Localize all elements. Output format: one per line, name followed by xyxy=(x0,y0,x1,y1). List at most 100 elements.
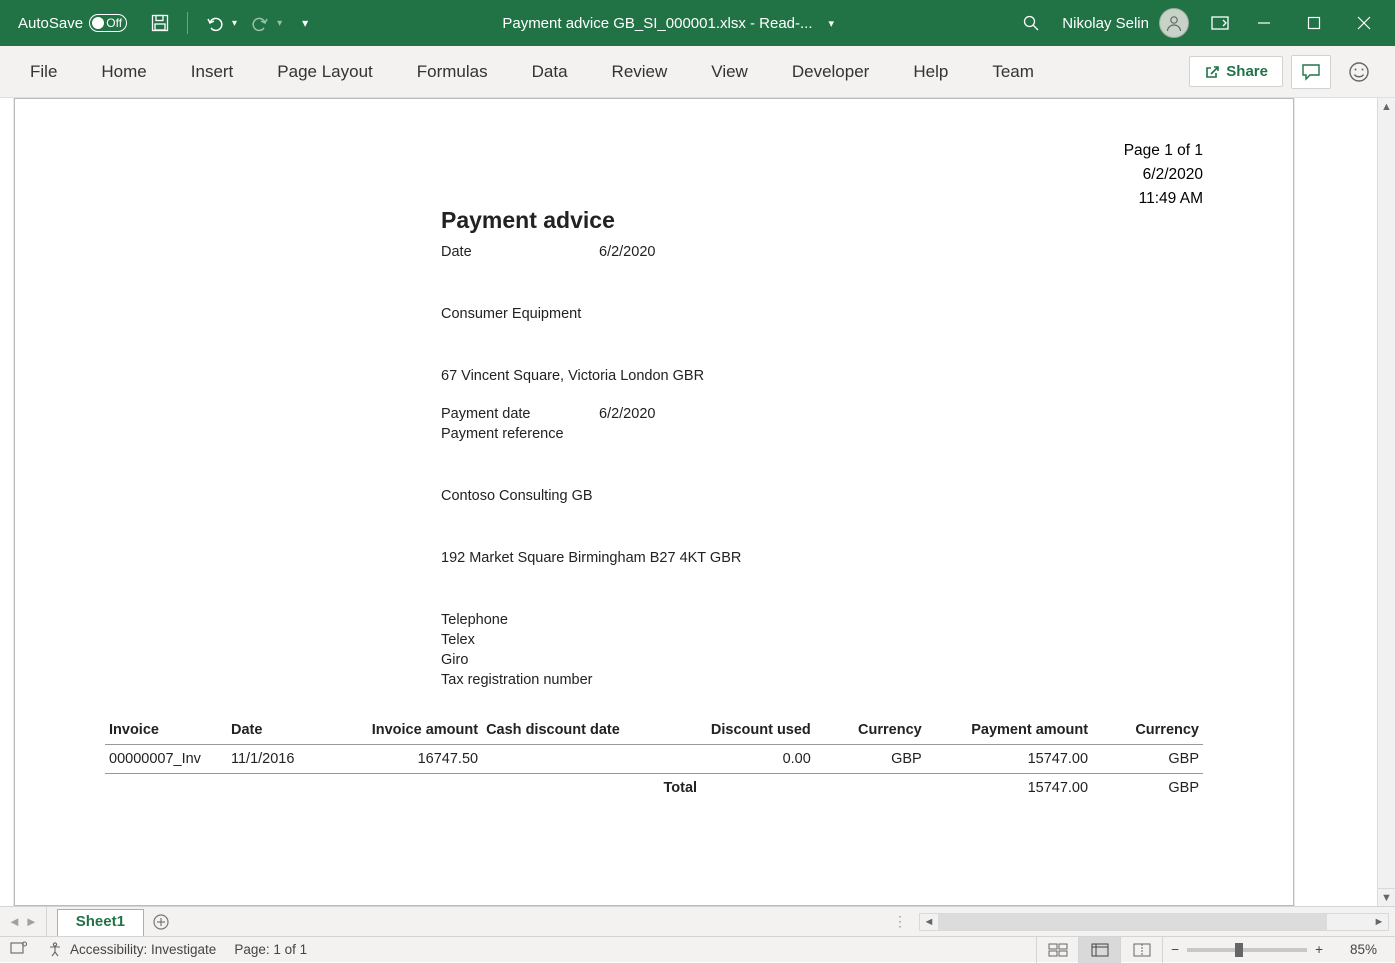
sheet-tab-sheet1[interactable]: Sheet1 xyxy=(57,909,144,936)
col-payment-amount: Payment amount xyxy=(926,716,1092,745)
total-amount: 15747.00 xyxy=(926,774,1092,803)
vertical-scrollbar[interactable]: ▲ ▼ xyxy=(1377,98,1395,906)
tab-insert[interactable]: Insert xyxy=(169,46,256,98)
close-button[interactable] xyxy=(1341,8,1387,38)
title-bar: AutoSave Off ▾ ▾ ▾ Payment advice GB_SI_… xyxy=(0,0,1395,46)
hscroll-right-arrow[interactable]: ► xyxy=(1370,916,1388,928)
tab-file[interactable]: File xyxy=(8,46,79,98)
title-right: Nikolay Selin xyxy=(1014,8,1387,38)
col-invoice: Invoice xyxy=(105,716,227,745)
zoom-area: − + 85% xyxy=(1162,937,1385,963)
payee-name: Contoso Consulting GB xyxy=(441,488,1203,504)
col-currency2: Currency xyxy=(1092,716,1203,745)
cell-currency1: GBP xyxy=(815,745,926,774)
sheet-next-button[interactable]: ► xyxy=(25,914,38,929)
table-total-row: Total 15747.00 GBP xyxy=(105,774,1203,803)
share-label: Share xyxy=(1226,63,1268,80)
customize-qat-button[interactable]: ▾ xyxy=(288,8,322,38)
splitter-handle-icon[interactable]: ⋮ xyxy=(887,913,913,930)
search-button[interactable] xyxy=(1014,8,1048,38)
page-indicator: Page 1 of 1 xyxy=(1124,139,1203,163)
sheet-prev-button[interactable]: ◄ xyxy=(8,914,21,929)
undo-menu-caret[interactable]: ▾ xyxy=(232,18,237,29)
cell-discount-used: 0.00 xyxy=(660,745,815,774)
scroll-up-arrow[interactable]: ▲ xyxy=(1378,98,1395,116)
scroll-down-arrow[interactable]: ▼ xyxy=(1378,888,1395,906)
table-header-row: Invoice Date Invoice amount Cash discoun… xyxy=(105,716,1203,745)
page-preview[interactable]: Page 1 of 1 6/2/2020 11:49 AM Payment ad… xyxy=(14,98,1294,906)
window-title: Payment advice GB_SI_000001.xlsx - Read-… xyxy=(502,15,812,32)
zoom-in-button[interactable]: + xyxy=(1315,942,1323,957)
cell-invoice-amount: 16747.50 xyxy=(327,745,482,774)
autosave-toggle[interactable]: Off xyxy=(89,14,127,32)
col-date: Date xyxy=(227,716,327,745)
page-status: Page: 1 of 1 xyxy=(234,942,307,957)
payment-ref-label: Payment reference xyxy=(441,426,599,442)
page-meta: Page 1 of 1 6/2/2020 11:49 AM xyxy=(1124,139,1203,211)
zoom-slider[interactable] xyxy=(1187,948,1307,952)
col-currency1: Currency xyxy=(815,716,926,745)
status-bar: Accessibility: Investigate Page: 1 of 1 … xyxy=(0,936,1395,962)
document-body: Payment advice Date 6/2/2020 Consumer Eq… xyxy=(15,99,1293,842)
account-area[interactable]: Nikolay Selin xyxy=(1052,8,1199,38)
autosave-control[interactable]: AutoSave Off xyxy=(8,14,137,32)
total-currency: GBP xyxy=(1092,774,1203,803)
record-macro-icon[interactable] xyxy=(10,940,28,959)
giro-label: Giro xyxy=(441,652,1203,668)
hscroll-left-arrow[interactable]: ◄ xyxy=(920,916,938,928)
tab-help[interactable]: Help xyxy=(891,46,970,98)
cell-date: 11/1/2016 xyxy=(227,745,327,774)
accessibility-text: Accessibility: Investigate xyxy=(70,942,216,957)
cell-payment-amount: 15747.00 xyxy=(926,745,1092,774)
feedback-button[interactable] xyxy=(1339,55,1379,89)
accessibility-icon xyxy=(46,941,64,959)
table-row: 00000007_Inv 11/1/2016 16747.50 0.00 GBP… xyxy=(105,745,1203,774)
payer-addr: 67 Vincent Square, Victoria London GBR xyxy=(441,368,1203,384)
taxreg-label: Tax registration number xyxy=(441,672,1203,688)
redo-menu-caret[interactable]: ▾ xyxy=(277,18,282,29)
tab-data[interactable]: Data xyxy=(510,46,590,98)
tab-page-layout[interactable]: Page Layout xyxy=(255,46,394,98)
payer-name: Consumer Equipment xyxy=(441,306,1203,322)
minimize-button[interactable] xyxy=(1241,8,1287,38)
payee-addr: 192 Market Square Birmingham B27 4KT GBR xyxy=(441,550,1203,566)
payment-table: Invoice Date Invoice amount Cash discoun… xyxy=(105,716,1203,802)
save-button[interactable] xyxy=(143,8,177,38)
cell-invoice: 00000007_Inv xyxy=(105,745,227,774)
accessibility-status[interactable]: Accessibility: Investigate xyxy=(46,941,216,959)
sheet-tab-bar: ◄ ► Sheet1 ⋮ ◄ ► xyxy=(0,906,1395,936)
date-value: 6/2/2020 xyxy=(599,244,655,260)
zoom-thumb[interactable] xyxy=(1235,943,1243,957)
ribbon-options-button[interactable] xyxy=(1203,8,1237,38)
page-layout-view-button[interactable] xyxy=(1078,937,1120,963)
new-sheet-button[interactable] xyxy=(144,907,178,936)
hscroll-thumb[interactable] xyxy=(938,914,1327,930)
sheet-nav: ◄ ► xyxy=(0,907,47,936)
redo-button[interactable] xyxy=(243,8,277,38)
horizontal-scrollbar[interactable]: ◄ ► xyxy=(919,913,1389,931)
tab-formulas[interactable]: Formulas xyxy=(395,46,510,98)
hscroll-track[interactable] xyxy=(938,914,1370,930)
col-discount-used: Discount used xyxy=(660,716,815,745)
total-label: Total xyxy=(660,774,815,803)
autosave-label: AutoSave xyxy=(18,15,83,32)
maximize-button[interactable] xyxy=(1291,8,1337,38)
tab-view[interactable]: View xyxy=(689,46,770,98)
tab-developer[interactable]: Developer xyxy=(770,46,892,98)
zoom-out-button[interactable]: − xyxy=(1171,942,1179,957)
page-break-view-button[interactable] xyxy=(1120,937,1162,963)
avatar-icon xyxy=(1159,8,1189,38)
tab-review[interactable]: Review xyxy=(590,46,690,98)
autosave-state: Off xyxy=(106,16,122,30)
tab-team[interactable]: Team xyxy=(970,46,1056,98)
col-invoice-amount: Invoice amount xyxy=(327,716,482,745)
ribbon-right: Share xyxy=(1189,55,1387,89)
undo-button[interactable] xyxy=(198,8,232,38)
title-menu-caret[interactable]: ▾ xyxy=(829,17,835,30)
normal-view-button[interactable] xyxy=(1036,937,1078,963)
comments-button[interactable] xyxy=(1291,55,1331,89)
zoom-percent[interactable]: 85% xyxy=(1331,942,1377,957)
print-date: 6/2/2020 xyxy=(1124,163,1203,187)
tab-home[interactable]: Home xyxy=(79,46,168,98)
share-button[interactable]: Share xyxy=(1189,56,1283,87)
